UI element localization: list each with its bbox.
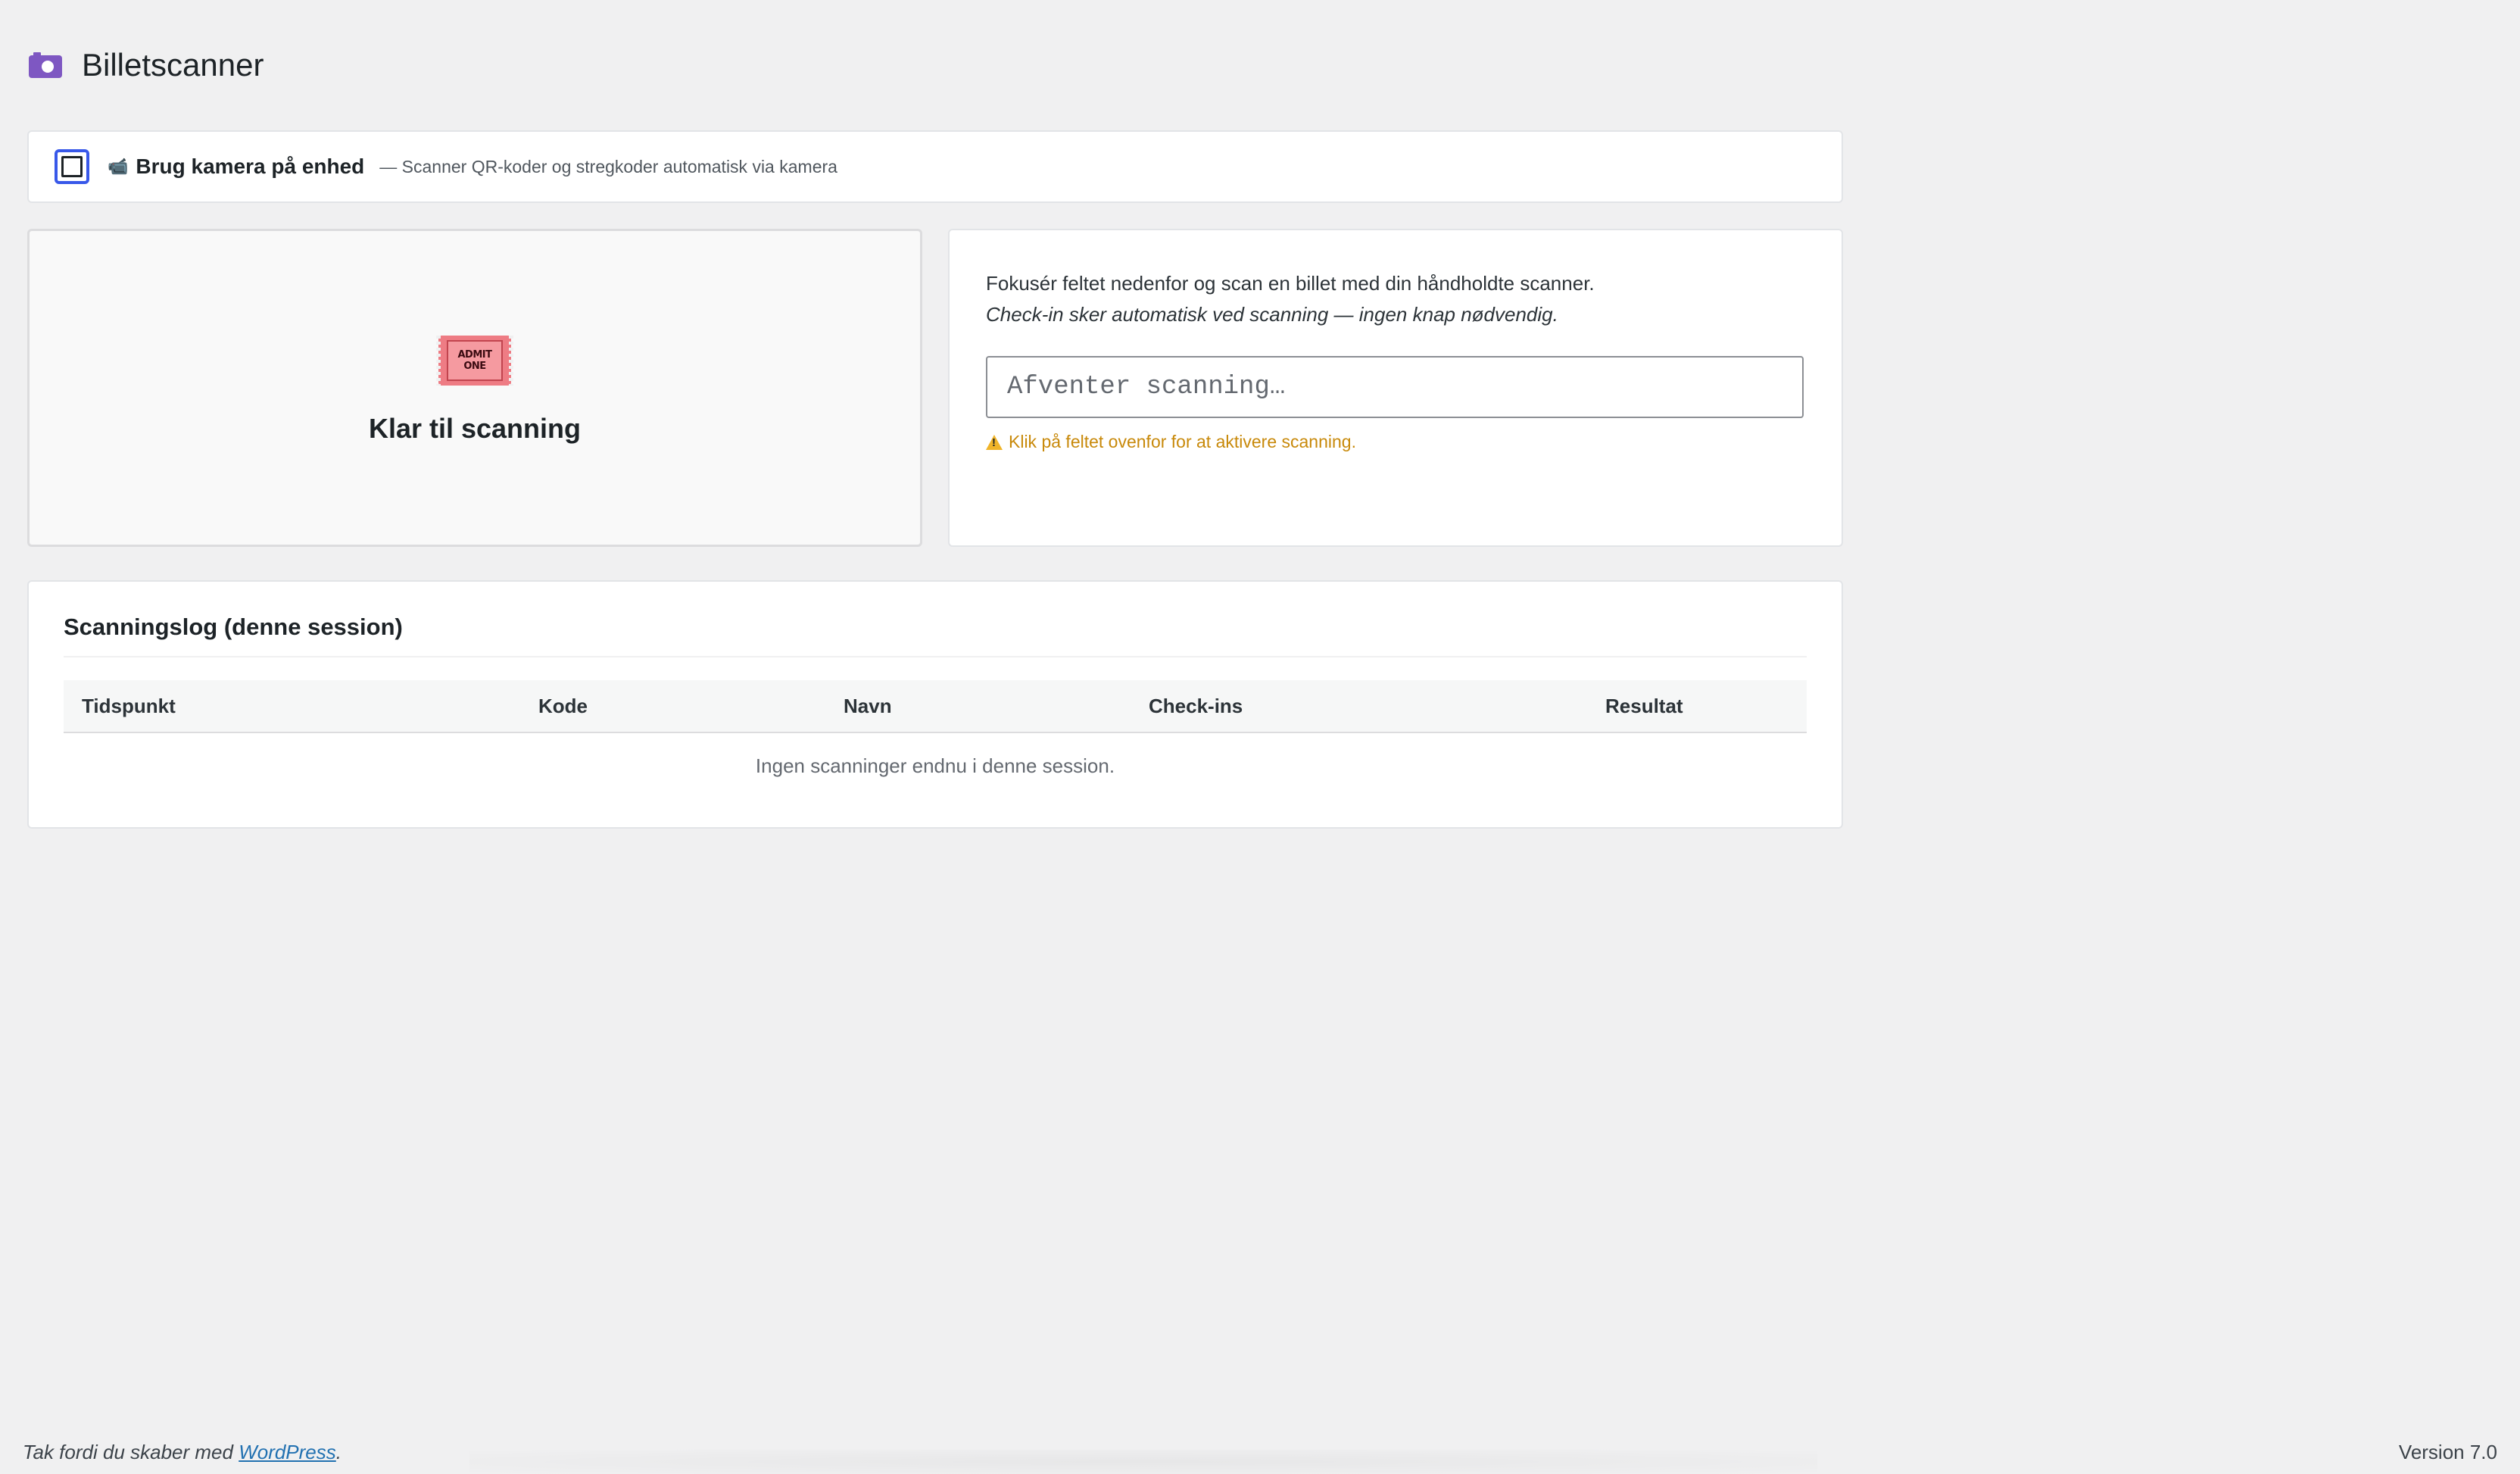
scan-warning-text: Klik på feltet ovenfor for at aktivere s… [1009,432,1356,451]
scan-log-title: Scanningslog (denne session) [64,614,403,640]
page-title: Billetscanner [82,47,264,83]
video-camera-icon: 📹 [108,157,129,176]
footer-thanks-suffix: . [335,1441,342,1463]
scan-status-title: Klar til scanning [368,413,582,444]
divider [64,656,1807,657]
warning-icon: ! [986,434,1003,450]
scan-log-panel: Scanningslog (denne session) Tidspunkt K… [27,580,1843,829]
page-header: Billetscanner [27,44,264,86]
admit-one-ticket-icon: ADMIT ONE [436,336,513,386]
footer-shadow [469,1450,1817,1474]
scanner-instruction-italic: Check-in sker automatisk ved scanning — … [986,303,1558,326]
ticket-text-line1: ADMIT [457,349,493,361]
footer-thanks-prefix: Tak fordi du skaber med [23,1441,239,1463]
footer-thanks: Tak fordi du skaber med WordPress. [23,1441,342,1464]
empty-log-message: Ingen scanninger endnu i denne session. [755,754,1115,777]
scan-input[interactable] [986,356,1804,418]
table-header-row: Tidspunkt Kode Navn Check-ins Resultat [64,680,1807,733]
column-header-tidspunkt: Tidspunkt [64,680,520,733]
ticket-text-line2: ONE [463,361,486,372]
scan-status-panel: ADMIT ONE Klar til scanning [27,229,922,547]
column-header-kode: Kode [520,680,825,733]
column-header-check-ins: Check-ins [1131,680,1587,733]
camera-toggle-label-text: Brug kamera på enhed [136,155,365,178]
camera-toggle-description: — Scanner QR-koder og stregkoder automat… [379,156,837,176]
camera-icon [27,50,65,80]
camera-toggle-card: 📹 Brug kamera på enhed — Scanner QR-kode… [27,130,1843,203]
scanner-instructions: Fokusér feltet nedenfor og scan en bille… [986,268,1805,330]
table-row: Ingen scanninger endnu i denne session. [64,732,1807,798]
scanner-instruction-line: Fokusér feltet nedenfor og scan en bille… [986,272,1595,295]
column-header-navn: Navn [825,680,1131,733]
footer-version: Version 7.0 [2398,1441,2497,1463]
scan-warning: ! Klik på feltet ovenfor for at aktivere… [986,432,1805,452]
camera-toggle-label[interactable]: 📹 Brug kamera på enhed [108,155,364,179]
scanner-input-panel: Fokusér feltet nedenfor og scan en bille… [948,229,1843,547]
scan-log-table: Tidspunkt Kode Navn Check-ins Resultat I… [64,680,1807,798]
wordpress-link[interactable]: WordPress [239,1441,336,1463]
column-header-resultat: Resultat [1587,680,1807,733]
camera-toggle-checkbox[interactable] [55,149,89,184]
